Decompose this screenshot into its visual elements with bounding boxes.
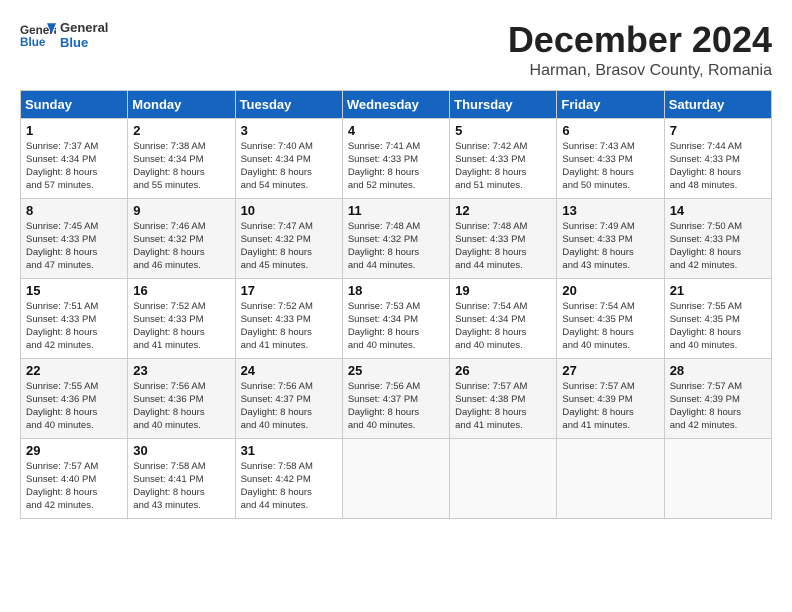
table-row: 10 Sunrise: 7:47 AMSunset: 4:32 PMDaylig…	[235, 198, 342, 278]
table-row: 8 Sunrise: 7:45 AMSunset: 4:33 PMDayligh…	[21, 198, 128, 278]
table-row: 30 Sunrise: 7:58 AMSunset: 4:41 PMDaylig…	[128, 438, 235, 518]
table-row: 4 Sunrise: 7:41 AMSunset: 4:33 PMDayligh…	[342, 118, 449, 198]
table-row: 25 Sunrise: 7:56 AMSunset: 4:37 PMDaylig…	[342, 358, 449, 438]
table-row: 16 Sunrise: 7:52 AMSunset: 4:33 PMDaylig…	[128, 278, 235, 358]
table-row: 2 Sunrise: 7:38 AMSunset: 4:34 PMDayligh…	[128, 118, 235, 198]
col-sunday: Sunday	[21, 90, 128, 118]
table-row: 1 Sunrise: 7:37 AMSunset: 4:34 PMDayligh…	[21, 118, 128, 198]
col-thursday: Thursday	[450, 90, 557, 118]
table-row: 15 Sunrise: 7:51 AMSunset: 4:33 PMDaylig…	[21, 278, 128, 358]
calendar-week-4: 22 Sunrise: 7:55 AMSunset: 4:36 PMDaylig…	[21, 358, 772, 438]
table-row: 26 Sunrise: 7:57 AMSunset: 4:38 PMDaylig…	[450, 358, 557, 438]
table-row: 18 Sunrise: 7:53 AMSunset: 4:34 PMDaylig…	[342, 278, 449, 358]
logo-blue: Blue	[60, 35, 108, 50]
page-header: General Blue General Blue December 2024 …	[20, 20, 772, 80]
calendar-week-3: 15 Sunrise: 7:51 AMSunset: 4:33 PMDaylig…	[21, 278, 772, 358]
month-title: December 2024	[508, 20, 772, 60]
calendar-week-5: 29 Sunrise: 7:57 AMSunset: 4:40 PMDaylig…	[21, 438, 772, 518]
logo-general: General	[60, 20, 108, 35]
table-row: 19 Sunrise: 7:54 AMSunset: 4:34 PMDaylig…	[450, 278, 557, 358]
location-title: Harman, Brasov County, Romania	[508, 62, 772, 80]
table-row: 6 Sunrise: 7:43 AMSunset: 4:33 PMDayligh…	[557, 118, 664, 198]
col-friday: Friday	[557, 90, 664, 118]
col-wednesday: Wednesday	[342, 90, 449, 118]
table-row	[664, 438, 771, 518]
table-row	[342, 438, 449, 518]
svg-text:Blue: Blue	[20, 36, 46, 49]
calendar-week-1: 1 Sunrise: 7:37 AMSunset: 4:34 PMDayligh…	[21, 118, 772, 198]
table-row: 9 Sunrise: 7:46 AMSunset: 4:32 PMDayligh…	[128, 198, 235, 278]
table-row: 14 Sunrise: 7:50 AMSunset: 4:33 PMDaylig…	[664, 198, 771, 278]
table-row: 3 Sunrise: 7:40 AMSunset: 4:34 PMDayligh…	[235, 118, 342, 198]
table-row: 24 Sunrise: 7:56 AMSunset: 4:37 PMDaylig…	[235, 358, 342, 438]
col-saturday: Saturday	[664, 90, 771, 118]
table-row: 17 Sunrise: 7:52 AMSunset: 4:33 PMDaylig…	[235, 278, 342, 358]
table-row: 11 Sunrise: 7:48 AMSunset: 4:32 PMDaylig…	[342, 198, 449, 278]
table-row: 7 Sunrise: 7:44 AMSunset: 4:33 PMDayligh…	[664, 118, 771, 198]
table-row: 20 Sunrise: 7:54 AMSunset: 4:35 PMDaylig…	[557, 278, 664, 358]
calendar-week-2: 8 Sunrise: 7:45 AMSunset: 4:33 PMDayligh…	[21, 198, 772, 278]
calendar-table: Sunday Monday Tuesday Wednesday Thursday…	[20, 90, 772, 519]
table-row: 31 Sunrise: 7:58 AMSunset: 4:42 PMDaylig…	[235, 438, 342, 518]
table-row: 21 Sunrise: 7:55 AMSunset: 4:35 PMDaylig…	[664, 278, 771, 358]
calendar-header-row: Sunday Monday Tuesday Wednesday Thursday…	[21, 90, 772, 118]
title-block: December 2024 Harman, Brasov County, Rom…	[508, 20, 772, 80]
col-monday: Monday	[128, 90, 235, 118]
table-row: 27 Sunrise: 7:57 AMSunset: 4:39 PMDaylig…	[557, 358, 664, 438]
table-row: 23 Sunrise: 7:56 AMSunset: 4:36 PMDaylig…	[128, 358, 235, 438]
table-row: 28 Sunrise: 7:57 AMSunset: 4:39 PMDaylig…	[664, 358, 771, 438]
logo: General Blue General Blue	[20, 20, 108, 50]
table-row: 29 Sunrise: 7:57 AMSunset: 4:40 PMDaylig…	[21, 438, 128, 518]
table-row: 12 Sunrise: 7:48 AMSunset: 4:33 PMDaylig…	[450, 198, 557, 278]
col-tuesday: Tuesday	[235, 90, 342, 118]
table-row	[450, 438, 557, 518]
table-row: 22 Sunrise: 7:55 AMSunset: 4:36 PMDaylig…	[21, 358, 128, 438]
table-row	[557, 438, 664, 518]
table-row: 13 Sunrise: 7:49 AMSunset: 4:33 PMDaylig…	[557, 198, 664, 278]
logo-icon: General Blue	[20, 21, 56, 49]
table-row: 5 Sunrise: 7:42 AMSunset: 4:33 PMDayligh…	[450, 118, 557, 198]
